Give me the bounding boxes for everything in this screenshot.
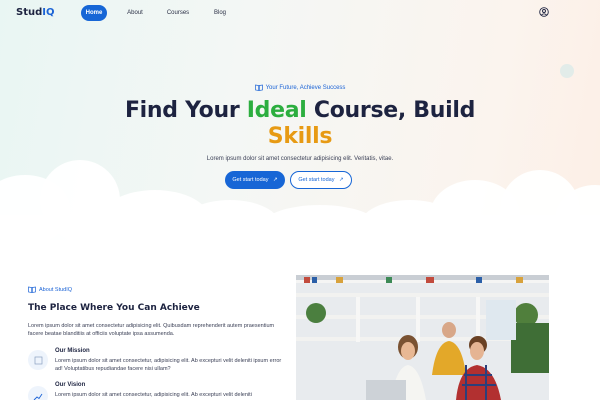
arrow-up-right-icon: ↗ [273, 177, 278, 183]
vision-chart-icon [28, 386, 48, 400]
about-tag: About StudIQ [28, 286, 72, 293]
hero-tagline-text: Your Future, Achieve Success [265, 85, 346, 91]
about-tag-text: About StudIQ [39, 287, 73, 293]
nav-item-blog[interactable]: Blog [208, 5, 232, 21]
arrow-up-right-icon: ↗ [339, 177, 344, 183]
decorative-circle [560, 64, 574, 78]
hero-tagline: Your Future, Achieve Success [0, 84, 600, 91]
vision-text: Lorem ipsum dolor sit amet consectetur, … [55, 392, 252, 398]
book-icon [28, 286, 36, 293]
book-icon [254, 84, 263, 91]
hero-subtitle: Lorem ipsum dolor sit amet consectetur a… [206, 156, 394, 162]
mission-icon [28, 350, 48, 370]
vision-title: Our Vision [55, 382, 86, 388]
hero-headline: Find Your Ideal Course, Build Skills [124, 98, 476, 149]
about-title: The Place Where You Can Achieve [28, 303, 200, 313]
about-description: Lorem ipsum dolor sit amet consectetur a… [28, 323, 275, 337]
mission-title: Our Mission [55, 348, 90, 354]
nav-item-home[interactable]: Home [81, 5, 107, 21]
nav-item-courses[interactable]: Courses [162, 5, 194, 21]
get-started-primary-button[interactable]: Get start today ↗ [225, 171, 285, 189]
nav-item-about[interactable]: About [121, 5, 149, 21]
mission-text: Lorem ipsum dolor sit amet consectetur, … [55, 358, 282, 372]
logo[interactable]: StudIQ [16, 7, 55, 18]
navbar: StudIQ Home About Courses Blog [0, 0, 600, 26]
get-started-secondary-button[interactable]: Get start today ↗ [290, 171, 352, 189]
students-photo [296, 275, 549, 400]
user-circle-icon[interactable] [539, 7, 549, 17]
